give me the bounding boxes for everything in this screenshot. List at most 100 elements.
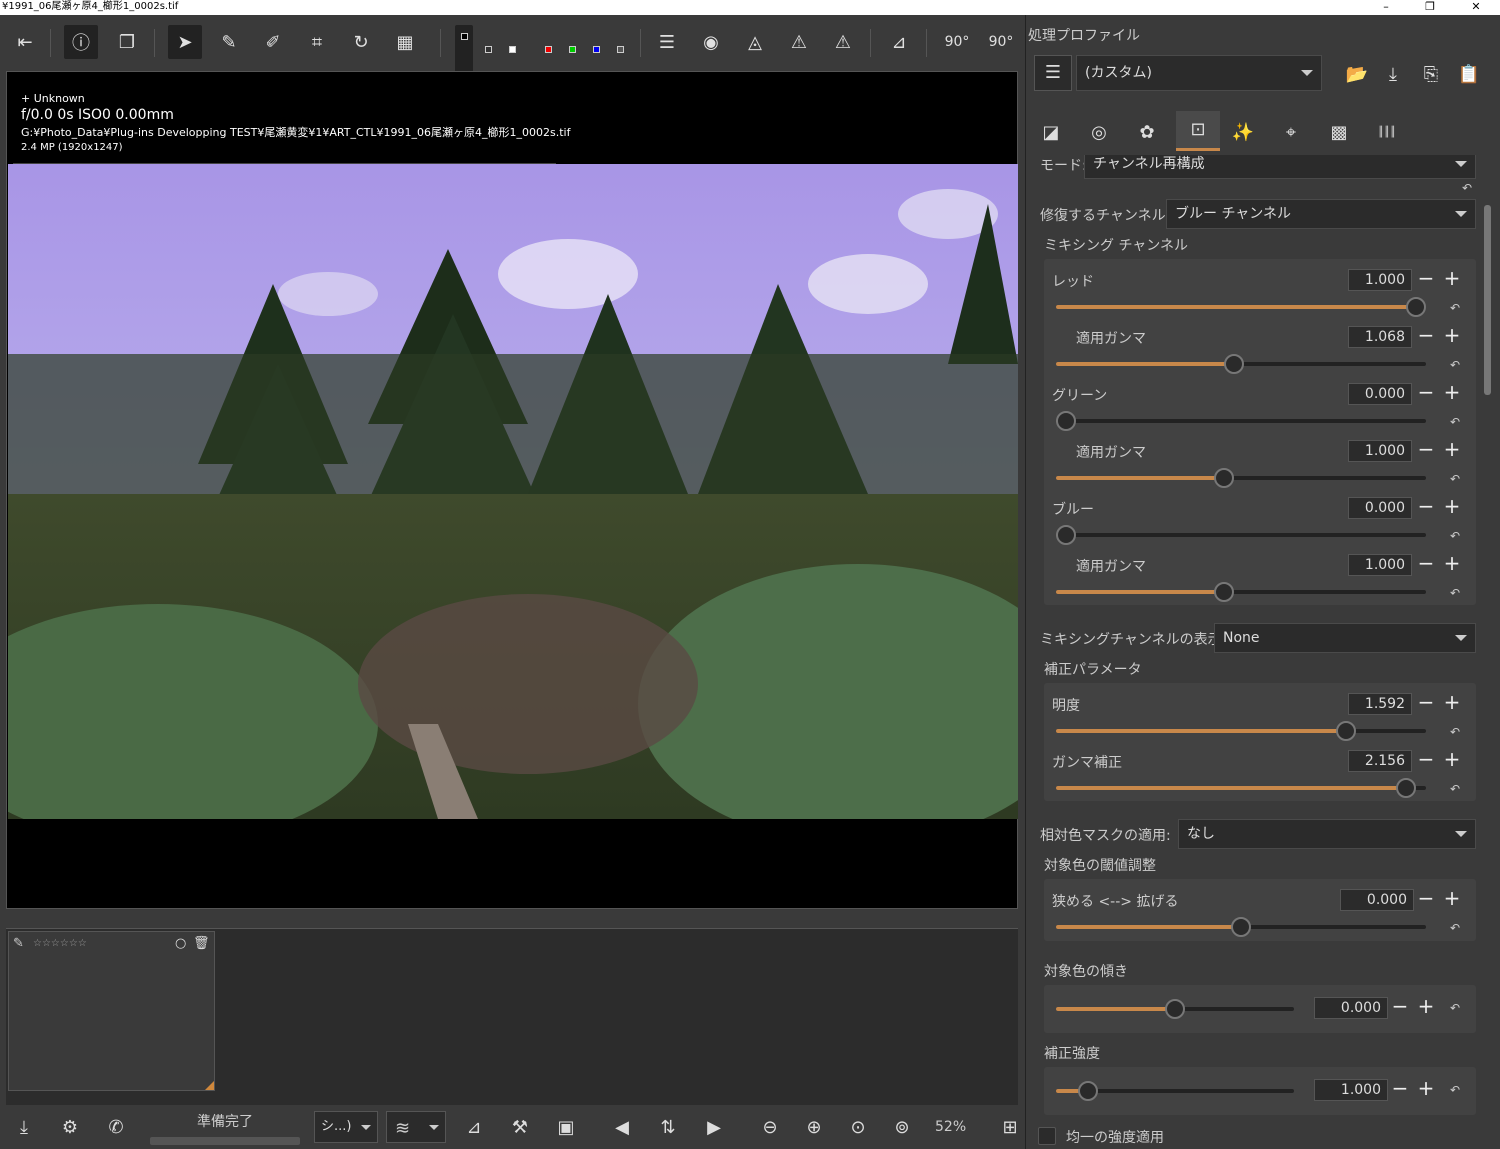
zoom-in-icon[interactable]: ⊕ — [800, 1113, 828, 1141]
threshold-slider[interactable] — [1056, 917, 1426, 937]
reset-icon[interactable]: ↶ — [1450, 301, 1464, 315]
correction-row-slider[interactable] — [1056, 721, 1426, 741]
increment-button[interactable]: + — [1442, 382, 1462, 403]
mixing-row-value[interactable]: 1.068 — [1348, 326, 1412, 348]
clip-shadow-icon[interactable]: ◬ — [738, 25, 772, 59]
preview-mode-bw[interactable] — [509, 46, 516, 53]
histogram-icon[interactable]: ☰ — [650, 25, 684, 59]
queue-icon[interactable]: ⚙ — [56, 1113, 84, 1141]
decrement-button[interactable]: − — [1416, 553, 1436, 574]
save-profile-icon[interactable]: ⤓ — [1376, 57, 1410, 91]
next-image-icon[interactable]: ▶ — [700, 1113, 728, 1141]
fullscreen-icon[interactable]: ▣ — [552, 1113, 580, 1141]
reset-icon[interactable]: ↶ — [1450, 1083, 1464, 1097]
mixing-row-slider[interactable] — [1056, 468, 1426, 488]
increment-button[interactable]: + — [1442, 553, 1462, 574]
slider-knob[interactable] — [1231, 917, 1251, 937]
local-tab-icon[interactable]: ⊡ — [1176, 111, 1220, 151]
previous-image-icon[interactable]: ◀ — [608, 1113, 636, 1141]
preview-mode-lum[interactable] — [485, 46, 492, 53]
reset-icon[interactable]: ↶ — [1450, 782, 1464, 796]
decrement-button[interactable]: − — [1416, 439, 1436, 460]
strength-slider[interactable] — [1056, 1081, 1294, 1101]
slider-knob[interactable] — [1395, 778, 1416, 798]
increment-button[interactable]: + — [1416, 1078, 1436, 1099]
slider-knob[interactable] — [1077, 1081, 1098, 1101]
profile-list-icon[interactable]: ☰ — [1034, 55, 1072, 91]
mode-combo[interactable]: チャンネル再構成 — [1084, 155, 1476, 179]
filmstrip[interactable]: ✎ ☆☆☆☆☆☆ ○ 🗑 — [6, 928, 1018, 1105]
warning-highlight-icon[interactable]: ⚠ — [782, 25, 816, 59]
uniform-checkbox[interactable] — [1038, 1127, 1056, 1145]
reset-icon[interactable]: ↶ — [1450, 1001, 1464, 1015]
slider-knob[interactable] — [1336, 721, 1356, 741]
trash-icon[interactable]: 🗑 — [193, 936, 210, 951]
color-picker-icon[interactable]: ✎ — [212, 25, 246, 59]
strength-value[interactable]: 1.000 — [1314, 1079, 1388, 1101]
decrement-button[interactable]: − — [1416, 692, 1436, 713]
reset-icon[interactable]: ↶ — [1462, 181, 1476, 195]
correction-row-value[interactable]: 1.592 — [1348, 693, 1412, 715]
reset-icon[interactable]: ↶ — [1450, 921, 1464, 935]
slider-knob[interactable] — [1056, 411, 1076, 431]
reset-icon[interactable]: ↶ — [1450, 529, 1464, 543]
mixing-row-slider[interactable] — [1056, 354, 1426, 374]
increment-button[interactable]: + — [1442, 692, 1462, 713]
straighten-icon[interactable]: ↻ — [344, 25, 378, 59]
effects-tab-icon[interactable]: ✨ — [1226, 115, 1260, 149]
info-icon[interactable]: ⓘ — [64, 25, 98, 59]
zoom-out-icon[interactable]: ⊖ — [756, 1113, 784, 1141]
perspective-icon[interactable]: ▦ — [388, 25, 422, 59]
color-tab-icon[interactable]: ✿ — [1130, 115, 1164, 149]
mixing-row-slider[interactable] — [1056, 411, 1426, 431]
decrement-button[interactable]: − — [1416, 496, 1436, 517]
focus-mask-icon[interactable]: ◉ — [694, 25, 728, 59]
display-combo[interactable]: None — [1214, 623, 1476, 653]
reset-icon[interactable]: ↶ — [1450, 725, 1464, 739]
reject-icon[interactable]: ○ — [175, 936, 186, 951]
reset-icon[interactable]: ↶ — [1450, 415, 1464, 429]
maximize-icon[interactable]: ❐ — [1420, 0, 1440, 13]
decrement-button[interactable]: − — [1416, 749, 1436, 770]
increment-button[interactable]: + — [1416, 996, 1436, 1017]
correction-row-slider[interactable] — [1056, 778, 1426, 798]
toggle-left-panel-icon[interactable]: ⊿ — [460, 1113, 488, 1141]
preview-mode-rgb[interactable] — [461, 33, 468, 40]
panel-scrollbar[interactable] — [1484, 205, 1491, 395]
save-icon[interactable]: ⤓ — [10, 1113, 38, 1141]
transform-tab-icon[interactable]: ⌖ — [1274, 115, 1308, 149]
increment-button[interactable]: + — [1442, 888, 1462, 909]
decrement-button[interactable]: − — [1416, 382, 1436, 403]
hand-icon[interactable]: ➤ — [168, 25, 202, 59]
minimize-icon[interactable]: – — [1376, 0, 1396, 13]
zoom-100-icon[interactable]: ⊚ — [888, 1113, 916, 1141]
mixing-row-value[interactable]: 1.000 — [1348, 554, 1412, 576]
increment-button[interactable]: + — [1442, 439, 1462, 460]
sync-icon[interactable]: ⇅ — [654, 1113, 682, 1141]
mixing-row-value[interactable]: 1.000 — [1348, 440, 1412, 462]
background-color-select[interactable]: ≋ — [386, 1111, 446, 1143]
thumbnail[interactable]: ✎ ☆☆☆☆☆☆ ○ 🗑 — [8, 931, 215, 1091]
open-profile-icon[interactable]: 📂 — [1340, 57, 1374, 91]
exit-fullscreen-icon[interactable]: ⇤ — [8, 25, 42, 59]
repair-channel-combo[interactable]: ブルー チャンネル — [1166, 199, 1476, 229]
rating-stars[interactable]: ☆☆☆☆☆☆ — [33, 938, 87, 949]
preview-channel-lum[interactable] — [617, 46, 624, 53]
decrement-button[interactable]: − — [1390, 1078, 1410, 1099]
meta-tab-icon[interactable]: ║║║ — [1370, 115, 1404, 149]
increment-button[interactable]: + — [1442, 325, 1462, 346]
wb-picker-icon[interactable]: ✐ — [256, 25, 290, 59]
slider-knob[interactable] — [1406, 297, 1426, 317]
exposure-tab-icon[interactable]: ◪ — [1034, 115, 1068, 149]
preview-channel-blue[interactable] — [593, 46, 600, 53]
rotate-right-icon[interactable]: 90° — [984, 25, 1018, 59]
decrement-button[interactable]: − — [1416, 268, 1436, 289]
close-icon[interactable]: ✕ — [1466, 0, 1486, 13]
preview-channel-green[interactable] — [569, 46, 576, 53]
decrement-button[interactable]: − — [1390, 996, 1410, 1017]
decrement-button[interactable]: − — [1416, 888, 1436, 909]
raw-tab-icon[interactable]: ▩ — [1322, 115, 1356, 149]
reset-icon[interactable]: ↶ — [1450, 472, 1464, 486]
tool-scroll-area[interactable]: モード: チャンネル再構成 ↶ 修復するチャンネル: ブルー チャンネル ミキシ… — [1026, 155, 1500, 1149]
image-viewer[interactable]: + Unknown f/0.0 0s ISO0 0.00mm G:¥Photo_… — [6, 71, 1018, 909]
